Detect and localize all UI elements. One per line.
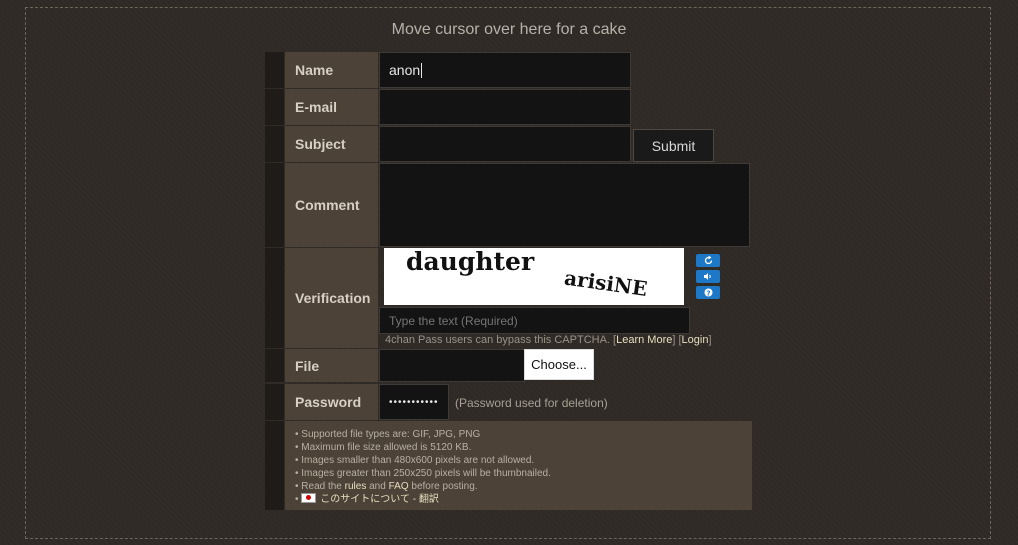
captcha-input[interactable] [379,307,690,334]
pass-note-prefix: 4chan Pass users can bypass this CAPTCHA… [385,334,617,346]
captcha-image-svg: daughter arisiNE [406,247,649,301]
captcha-image: daughter arisiNE [384,247,684,305]
row-strip [265,384,284,420]
password-row: Password ••••••••••• (Password used for … [265,384,665,420]
password-value: ••••••••••• [389,396,439,408]
audio-icon[interactable] [696,270,720,283]
email-label: E-mail [285,89,378,125]
file-input[interactable] [379,349,525,382]
rules-strip [265,421,284,510]
cake-banner[interactable]: Move cursor over here for a cake [0,21,1018,39]
rules-box: • Supported file types are: GIF, JPG, PN… [285,421,752,510]
svg-text:?: ? [706,290,710,298]
name-row: Name anon [265,52,631,88]
login-link[interactable]: Login [682,334,709,346]
name-label: Name [285,52,378,88]
text-cursor [421,62,423,78]
email-input[interactable] [379,89,631,125]
row-strip [265,163,284,247]
submit-button[interactable]: Submit [633,129,714,162]
help-icon[interactable]: ? [696,286,720,299]
rules-line-min-size: • Images smaller than 480x600 pixels are… [295,455,535,466]
rules-read-mid: and [366,481,389,492]
verification-label: Verification [285,248,378,348]
pass-note-suffix: ] [708,334,712,346]
password-label: Password [285,384,378,420]
verification-row: Verification daughter arisiNE ? 4chan Pa… [265,247,751,348]
rules-line-max-size: • Maximum file size allowed is 5120 KB. [295,442,472,453]
japanese-link[interactable]: このサイトについて - 翻訳 [320,494,439,505]
name-value: anon [389,62,421,78]
captcha-pass-note: 4chan Pass users can bypass this CAPTCHA… [385,334,712,346]
file-row: File Choose... [265,349,631,382]
row-strip [265,52,284,88]
rules-line-file-types: • Supported file types are: GIF, JPG, PN… [295,429,481,440]
row-strip [265,248,284,348]
row-strip [265,89,284,125]
captcha-word-2: arisiNE [563,266,649,301]
comment-textarea[interactable] [379,163,750,247]
subject-label: Subject [285,126,378,162]
row-strip [265,126,284,162]
refresh-icon[interactable] [696,254,720,267]
name-input[interactable]: anon [379,52,631,88]
password-input[interactable]: ••••••••••• [379,384,449,420]
learn-more-link[interactable]: Learn More [616,334,672,346]
japan-flag-icon [301,493,317,503]
rules-line-read: • Read the rules and FAQ before posting. [295,480,752,493]
rules-read-suffix: before posting. [408,481,478,492]
password-note: (Password used for deletion) [455,396,608,410]
row-strip [265,349,284,382]
subject-row: Subject Submit [265,126,717,162]
rules-line-thumbnail: • Images greater than 250x250 pixels wil… [295,468,551,479]
rules-link[interactable]: rules [345,481,367,492]
comment-label: Comment [285,163,378,247]
captcha-word-1: daughter [406,248,535,276]
pass-note-mid: ] [ [672,334,682,346]
choose-file-button[interactable]: Choose... [524,349,594,380]
subject-input[interactable] [379,126,631,162]
faq-link[interactable]: FAQ [389,481,409,492]
rules-read-prefix: • Read the [295,481,345,492]
file-label: File [285,349,378,382]
rules-line-japanese: • このサイトについて - 翻訳 [295,493,752,506]
comment-row: Comment [265,163,751,247]
email-row: E-mail [265,89,631,125]
